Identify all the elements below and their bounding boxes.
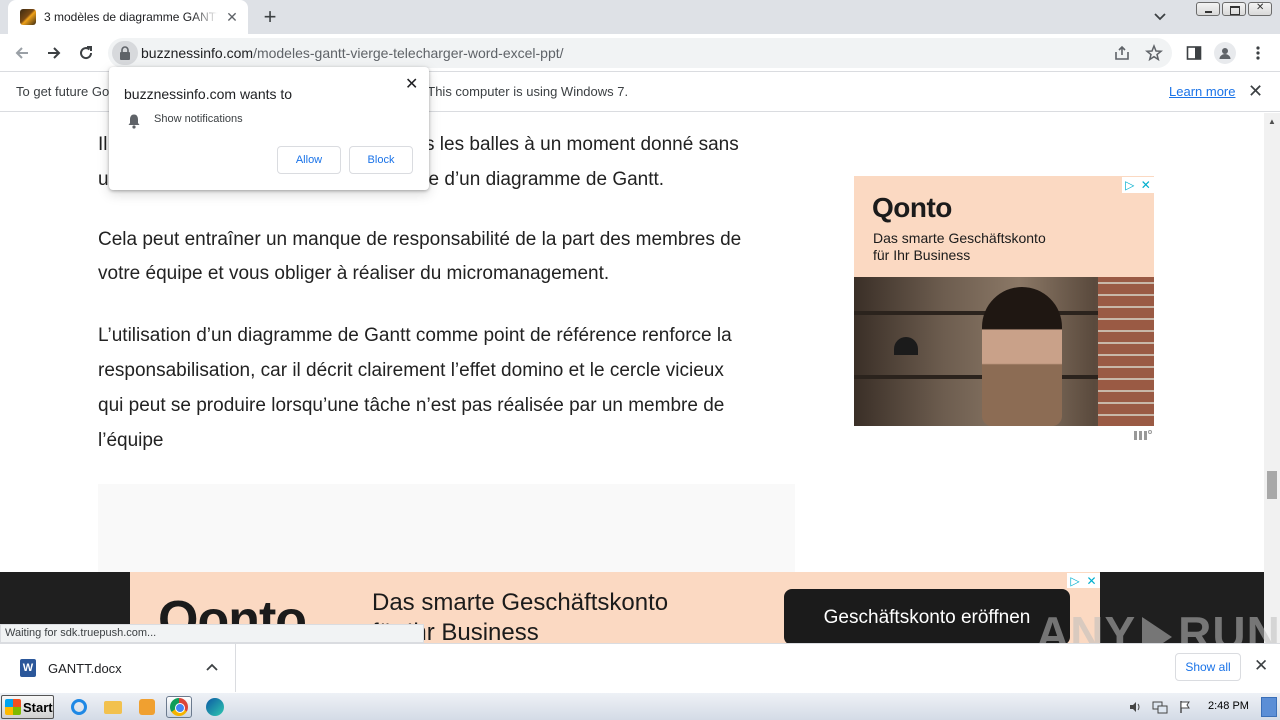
close-window-button[interactable] <box>1248 2 1272 16</box>
learn-more-link[interactable]: Learn more <box>1169 84 1235 99</box>
ad-network-mark-icon <box>1133 429 1153 444</box>
download-shelf-close-icon[interactable]: ✕ <box>1254 656 1268 676</box>
internet-explorer-icon[interactable] <box>66 696 92 718</box>
block-button[interactable]: Block <box>349 146 413 174</box>
prompt-title: buzznessinfo.com wants to <box>124 86 293 102</box>
show-desktop-button[interactable] <box>1261 697 1277 717</box>
permission-label: Show notifications <box>154 113 243 125</box>
bookmark-star-icon[interactable] <box>1145 43 1163 62</box>
forward-arrow-icon[interactable] <box>40 39 68 67</box>
ie-glyph <box>71 699 87 715</box>
profile-person-icon <box>1214 42 1236 64</box>
tab-strip: 3 modèles de diagramme GANTT vierges ✕ + <box>0 0 1280 34</box>
ad-tagline-line1: Das smarte Geschäftskonto <box>873 230 1046 246</box>
ad-photo <box>854 277 1154 426</box>
minimize-window-button[interactable] <box>1196 2 1220 16</box>
action-center-flag-icon[interactable] <box>1178 700 1192 714</box>
page-scrollbar[interactable]: ▲ <box>1264 113 1280 643</box>
bell-icon <box>127 113 141 129</box>
side-panel-icon[interactable] <box>1180 39 1208 67</box>
open-account-button[interactable]: Geschäftskonto eröffnen <box>784 589 1070 643</box>
show-all-button[interactable]: Show all <box>1175 653 1241 681</box>
file-explorer-icon[interactable] <box>100 696 126 718</box>
folder-glyph <box>104 700 122 714</box>
paragraph-line: votre équipe et vous obliger à réaliser … <box>98 263 610 284</box>
paragraph-line: Cela peut entraîner un manque de respons… <box>98 229 742 250</box>
word-document-icon: W <box>20 659 36 677</box>
taskbar-clock[interactable]: 2:48 PM <box>1208 700 1249 712</box>
download-item[interactable]: W GANTT.docx <box>8 644 236 692</box>
paragraph-line: qui peut se produire lorsqu’une tâche n’… <box>98 395 725 416</box>
notification-permission-prompt: buzznessinfo.com wants to ✕ Show notific… <box>109 67 429 190</box>
allow-button[interactable]: Allow <box>277 146 341 174</box>
url-path: /modeles-gantt-vierge-telecharger-word-e… <box>253 45 564 61</box>
address-bar[interactable]: buzznessinfo.com/modeles-gantt-vierge-te… <box>108 38 1172 68</box>
edge-icon[interactable] <box>202 696 228 718</box>
status-bubble: Waiting for sdk.truepush.com... <box>0 624 424 643</box>
reload-icon[interactable] <box>72 39 100 67</box>
start-label: Start <box>23 699 53 715</box>
banner-adchoices-icon[interactable]: ▷ ✕ <box>1067 573 1100 588</box>
paragraph-line: L’utilisation d’un diagramme de Gantt co… <box>98 325 732 346</box>
screen: 3 modèles de diagramme GANTT vierges ✕ +… <box>0 0 1280 720</box>
download-shelf: W GANTT.docx Show all ✕ <box>0 643 1280 692</box>
lock-icon[interactable] <box>112 41 138 65</box>
prompt-close-icon[interactable]: ✕ <box>405 74 418 94</box>
adchoices-icon[interactable]: ▷ ✕ <box>1122 177 1154 193</box>
download-file-name: GANTT.docx <box>48 660 122 676</box>
windows-taskbar: Start 2:48 PM <box>0 692 1280 720</box>
kebab-menu-icon[interactable] <box>1244 39 1272 67</box>
scroll-thumb[interactable] <box>1267 471 1277 499</box>
scroll-up-arrow-icon[interactable]: ▲ <box>1268 117 1276 126</box>
tab-active[interactable]: 3 modèles de diagramme GANTT vierges ✕ <box>8 0 248 34</box>
maximize-window-button[interactable] <box>1222 2 1246 16</box>
new-tab-button[interactable]: + <box>258 6 282 28</box>
paragraph-line: l’équipe <box>98 430 164 451</box>
chrome-glyph <box>170 698 188 716</box>
paragraph-3: L’utilisation d’un diagramme de Gantt co… <box>98 318 798 458</box>
ad-brand-logo: Qonto <box>872 192 952 223</box>
ad-placeholder <box>98 484 795 573</box>
chrome-taskbar-icon[interactable] <box>166 696 192 718</box>
ad-tagline-line2: für Ihr Business <box>873 247 971 263</box>
windows-logo-icon <box>5 699 21 715</box>
tab-title: 3 modèles de diagramme GANTT vierges <box>44 10 218 24</box>
tab-search-chevron-icon[interactable] <box>1150 8 1170 26</box>
url-domain: buzznessinfo.com <box>141 45 254 61</box>
profile-avatar[interactable] <box>1211 39 1239 67</box>
banner-tagline-line1: Das smarte Geschäftskonto <box>372 589 669 616</box>
infobar-close-icon[interactable]: ✕ <box>1248 81 1263 102</box>
ad-photo-person <box>982 287 1062 426</box>
tab-close-icon[interactable]: ✕ <box>224 9 240 25</box>
ad-photo-lamp <box>894 337 918 355</box>
site-favicon-icon <box>20 9 36 25</box>
sidebar-ad[interactable]: Qonto Das smarte Geschäftskonto für Ihr … <box>854 176 1154 426</box>
media-player-icon[interactable] <box>134 696 160 718</box>
start-button[interactable]: Start <box>1 695 54 719</box>
url-text: buzznessinfo.com/modeles-gantt-vierge-te… <box>141 45 564 61</box>
edge-glyph <box>206 698 224 716</box>
ad-photo-bricks <box>1098 277 1154 426</box>
volume-icon[interactable] <box>1128 700 1142 714</box>
share-icon[interactable] <box>1113 44 1131 62</box>
media-glyph <box>139 699 155 715</box>
paragraph-2: Cela peut entraîner un manque de respons… <box>98 223 798 291</box>
chevron-up-icon[interactable] <box>205 661 225 675</box>
window-controls <box>1196 2 1272 16</box>
paragraph-line: responsabilisation, car il décrit claire… <box>98 360 724 381</box>
back-arrow-icon[interactable] <box>8 39 36 67</box>
network-icon[interactable] <box>1152 700 1168 714</box>
